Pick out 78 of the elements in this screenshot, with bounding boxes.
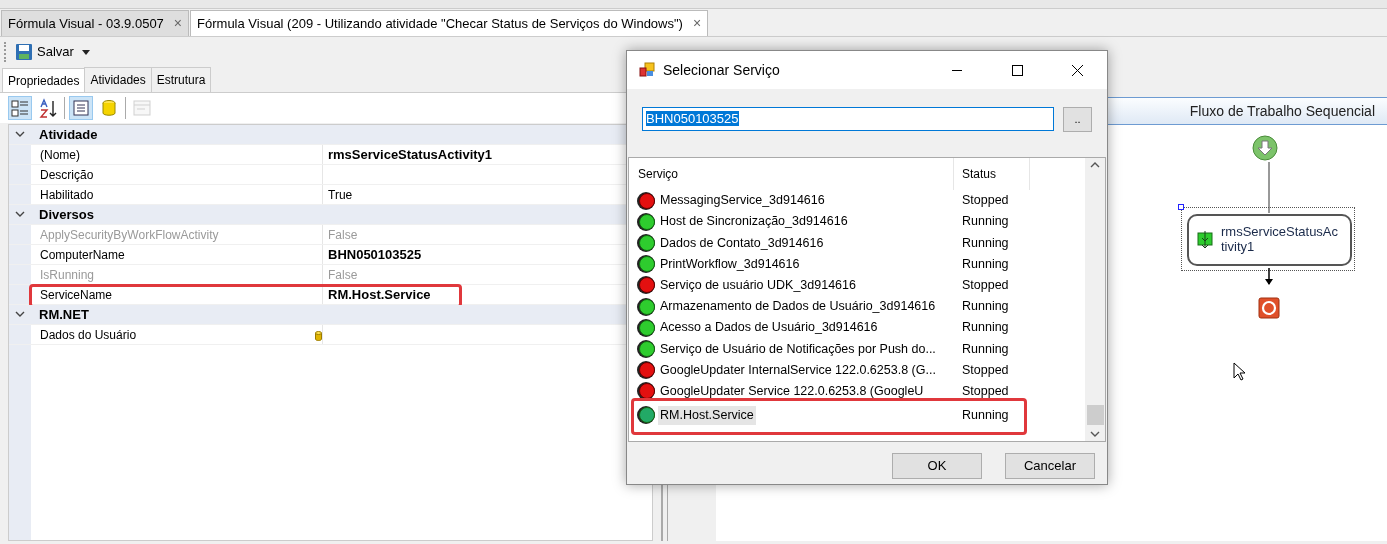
- service-status: Running: [961, 298, 1009, 316]
- chevron-icon[interactable]: [15, 211, 25, 218]
- service-name[interactable]: Dados de Contato_3d914616: [658, 233, 826, 253]
- start-node-icon: [1252, 135, 1278, 161]
- categorized-view-button[interactable]: [8, 96, 32, 120]
- database-icon[interactable]: [315, 330, 322, 341]
- database-icon: [99, 98, 119, 118]
- maximize-icon: [1011, 64, 1023, 76]
- scroll-up-icon[interactable]: [1090, 162, 1100, 168]
- property-list-button[interactable]: [69, 96, 93, 120]
- document-tab[interactable]: Fórmula Visual - 03.9.0507 ×: [1, 10, 190, 36]
- activity-icon: [1197, 230, 1213, 250]
- chevron-icon[interactable]: [15, 311, 25, 318]
- property-name: ComputerName: [31, 245, 323, 264]
- service-name[interactable]: Acesso a Dados de Usuário_3d914616: [658, 318, 880, 338]
- category-label: Atividade: [38, 126, 99, 144]
- service-name[interactable]: GoogleUpdater Service 122.0.6253.8 (GoogleU: [658, 381, 926, 401]
- caret-icon[interactable]: [81, 49, 90, 55]
- ok-button[interactable]: OK: [892, 453, 982, 479]
- selection-handle[interactable]: [1178, 204, 1184, 210]
- service-name[interactable]: Serviço de Usuário de Notificações por Push do...: [658, 339, 938, 359]
- property-pages-icon: [132, 98, 152, 118]
- stop-node-icon: [1258, 297, 1280, 319]
- service-status: Running: [961, 319, 1009, 337]
- service-name[interactable]: Host de Sincronização_3d914616: [658, 212, 850, 232]
- panel-tab[interactable]: Estrutura: [150, 67, 212, 92]
- mouse-pointer-icon: [1233, 362, 1245, 381]
- column-header[interactable]: Status: [954, 158, 1030, 190]
- property-value: RM.Host.Service: [328, 287, 431, 302]
- service-name[interactable]: Serviço de usuário UDK_3d914616: [658, 275, 858, 295]
- category-label: Diversos: [38, 206, 95, 224]
- category-label: RM.NET: [38, 306, 90, 324]
- property-name: IsRunning: [31, 265, 323, 284]
- property-value: rmsServiceStatusActivity1: [328, 147, 493, 162]
- property-name: ServiceName: [31, 285, 323, 304]
- browse-button[interactable]: ..: [1063, 107, 1092, 132]
- close-button[interactable]: ×: [692, 13, 702, 34]
- cancel-button[interactable]: Cancelar: [1005, 453, 1095, 479]
- close-button[interactable]: ×: [173, 13, 183, 34]
- document-tab[interactable]: Fórmula Visual (209 - Utilizando atividade "Checar Status de Serviços do Windows") ×: [190, 10, 709, 36]
- close-icon: [1071, 64, 1083, 76]
- scroll-down-icon[interactable]: [1090, 431, 1100, 437]
- dialog-title: Selecionar Serviço: [663, 60, 780, 80]
- service-status: Stopped: [961, 192, 1009, 210]
- service-name[interactable]: RM.Host.Service: [658, 406, 756, 425]
- service-status: Stopped: [961, 276, 1009, 294]
- service-name[interactable]: MessagingService_3d914616: [658, 191, 827, 210]
- property-name: ApplySecurityByWorkFlowActivity: [31, 225, 323, 244]
- property-list-icon: [71, 98, 91, 118]
- service-status: Running: [961, 234, 1009, 252]
- property-value: False: [328, 268, 358, 282]
- property-value: BHN050103525: [328, 247, 422, 262]
- chevron-icon[interactable]: [15, 131, 25, 138]
- service-name[interactable]: Armazenamento de Dados de Usuário_3d914616: [658, 297, 938, 316]
- arrow-connector: [1264, 268, 1274, 286]
- property-name: Habilitado: [31, 185, 323, 204]
- scrollbar-thumb[interactable]: [1086, 405, 1104, 425]
- panel-tab[interactable]: Propriedades: [2, 68, 86, 92]
- categorized-view-icon: [10, 98, 30, 118]
- save-button[interactable]: Salvar: [13, 40, 76, 64]
- activity-node[interactable]: rmsServiceStatusActivity1: [1187, 214, 1352, 266]
- service-status: Stopped: [961, 382, 1009, 400]
- column-header[interactable]: Serviço: [636, 158, 954, 190]
- property-value: True: [328, 188, 353, 202]
- service-status: Running: [961, 407, 1009, 425]
- service-status: Running: [961, 255, 1009, 273]
- property-name: (Nome): [31, 145, 323, 164]
- property-value: False: [328, 228, 358, 242]
- app-icon: [639, 62, 655, 78]
- computer-field[interactable]: BHN050103525: [642, 107, 1054, 131]
- service-status: Stopped: [961, 361, 1009, 379]
- property-name: Descrição: [31, 165, 323, 184]
- service-status: Running: [961, 213, 1009, 231]
- service-name[interactable]: GoogleUpdater InternalService 122.0.6253.8 (G...: [658, 360, 938, 380]
- sort-az-icon: [38, 98, 58, 118]
- service-name[interactable]: PrintWorkflow_3d914616: [658, 254, 802, 274]
- connector-line: [1268, 162, 1270, 213]
- service-status: Running: [961, 340, 1009, 358]
